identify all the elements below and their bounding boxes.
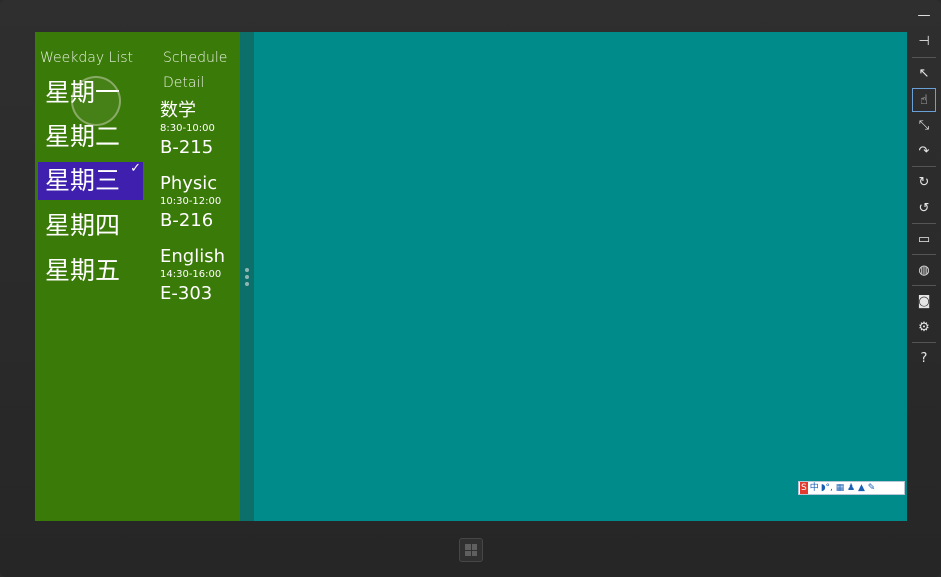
ime-logo-icon: S (800, 482, 808, 494)
weekday-item-friday[interactable]: 星期五 (38, 252, 143, 290)
help-icon[interactable]: ? (912, 347, 936, 371)
rotate-counterclockwise-icon[interactable]: ↺ (912, 197, 936, 221)
minimize-icon[interactable]: — (912, 4, 936, 28)
checkmark-icon: ✓ (130, 161, 141, 176)
rotation-touch-icon[interactable]: ↷ (912, 140, 936, 164)
touch-mode-icon[interactable]: ☝ (912, 88, 936, 112)
weekday-label: 星期三 (45, 166, 121, 195)
ime-mode-label[interactable]: 中 (810, 482, 819, 494)
course-item: 数学 8:30-10:00 B-215 (160, 100, 215, 161)
app-screen: Weekday List Schedule Detail 星期一 星期二 星期三… (35, 32, 907, 521)
detail-header: Detail (163, 75, 205, 91)
rotate-clockwise-icon[interactable]: ↻ (912, 171, 936, 195)
weekday-label: 星期二 (45, 122, 121, 151)
screenshot-icon[interactable]: ◙ (912, 290, 936, 314)
mouse-mode-icon[interactable]: ↖ (912, 62, 936, 86)
course-item: English 14:30-16:00 E-303 (160, 246, 225, 307)
ime-tool-icons[interactable]: ◗°, ▦ ♟ ▲ ✎ (821, 482, 876, 494)
course-room: B-216 (160, 210, 214, 231)
pin-icon[interactable]: ⊣ (912, 30, 936, 54)
settings-icon[interactable]: ⚙ (912, 316, 936, 340)
windows-start-button[interactable] (459, 538, 483, 562)
course-room: B-215 (160, 137, 214, 158)
touch-pointer-indicator (71, 76, 121, 126)
course-time: 8:30-10:00 (160, 123, 215, 134)
course-time: 10:30-12:00 (160, 196, 222, 207)
change-resolution-icon[interactable]: ▭ (912, 228, 936, 252)
course-room: E-303 (160, 283, 213, 304)
course-time: 14:30-16:00 (160, 269, 222, 280)
weekday-item-thursday[interactable]: 星期四 (38, 207, 143, 245)
set-location-icon[interactable]: ◍ (912, 259, 936, 283)
simulator-toolbar: — ⊣ ↖ ☝ ⤡ ↷ ↻ ↺ ▭ ◍ ◙ ⚙ ? (909, 0, 941, 577)
snap-divider-handle[interactable] (240, 32, 254, 521)
windows-logo-icon (465, 544, 477, 556)
course-name: English (160, 246, 225, 267)
schedule-header: Schedule (163, 50, 228, 66)
weekday-list-header: Weekday List (40, 50, 134, 66)
snapped-app-pane: Weekday List Schedule Detail 星期一 星期二 星期三… (35, 32, 240, 521)
weekday-item-wednesday[interactable]: 星期三 ✓ (38, 161, 143, 200)
weekday-label: 星期五 (45, 256, 121, 285)
pinch-zoom-icon[interactable]: ⤡ (912, 114, 936, 138)
course-name: Physic (160, 173, 218, 194)
course-name: 数学 (160, 100, 196, 121)
course-item: Physic 10:30-12:00 B-216 (160, 173, 221, 234)
simulator-frame: Weekday List Schedule Detail 星期一 星期二 星期三… (0, 0, 941, 577)
weekday-label: 星期四 (45, 211, 121, 240)
ime-toolbar[interactable]: S 中 ◗°, ▦ ♟ ▲ ✎ (798, 481, 905, 495)
